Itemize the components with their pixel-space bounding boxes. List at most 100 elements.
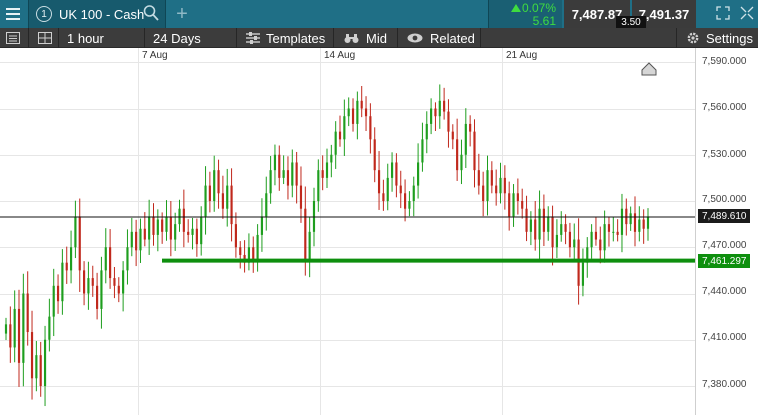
collapse-icon[interactable] <box>740 6 754 20</box>
y-tick-label: 7,560.000 <box>702 102 747 113</box>
candle-body <box>195 228 198 245</box>
candle-body <box>408 201 411 209</box>
candle-body <box>26 293 29 333</box>
price-type-select[interactable]: Mid <box>344 28 387 48</box>
candle-body <box>282 170 285 178</box>
menu-button[interactable] <box>0 0 26 28</box>
candle-body <box>113 278 116 286</box>
candle-body <box>104 247 107 271</box>
candle-body <box>304 208 307 260</box>
candle-body <box>321 170 324 178</box>
candle-body <box>560 224 563 235</box>
templates-button[interactable]: Templates <box>246 28 325 48</box>
x-tick-label: 14 Aug <box>324 50 356 61</box>
candle-body <box>390 162 394 178</box>
candle-body <box>516 193 519 201</box>
candle-body <box>122 270 125 294</box>
current-price-tag: 7,489.610 <box>698 209 750 223</box>
candle-body <box>638 219 641 232</box>
range-select[interactable]: 24 Days <box>153 28 201 48</box>
tab-number: 1 <box>36 6 52 22</box>
related-button[interactable]: Related <box>407 28 475 48</box>
settings-label: Settings <box>706 30 753 46</box>
list-button[interactable] <box>6 28 20 48</box>
settings-button[interactable]: Settings <box>686 28 753 48</box>
support-level-tag: 7,461.297 <box>698 254 750 268</box>
candle-body <box>260 216 264 235</box>
x-tick-label: 21 Aug <box>506 50 538 61</box>
y-tick-label: 7,440.000 <box>702 286 747 297</box>
candle-body <box>547 216 550 232</box>
candle-body <box>9 324 12 348</box>
candle-body <box>573 239 576 248</box>
candle-body <box>213 170 216 201</box>
candle-body <box>434 108 437 117</box>
expand-icon[interactable] <box>716 6 730 20</box>
candle-body <box>143 228 146 240</box>
layout-button[interactable] <box>38 28 52 48</box>
x-tick-label: 7 Aug <box>142 50 168 61</box>
candle-body <box>425 123 428 140</box>
candle-body <box>377 170 381 194</box>
interval-select[interactable]: 1 hour <box>67 28 104 48</box>
candle-body <box>521 201 524 209</box>
candle-body <box>568 231 572 248</box>
templates-label: Templates <box>266 30 326 46</box>
candle-body <box>456 139 459 171</box>
candle-body <box>204 185 207 217</box>
candle-body <box>386 177 389 201</box>
candle-body <box>443 100 446 112</box>
scroll-up-icon[interactable] <box>641 62 657 76</box>
candle-body <box>330 154 333 163</box>
candle-body <box>347 108 350 117</box>
y-tick-label: 7,500.000 <box>702 194 747 205</box>
candle-body <box>65 262 68 271</box>
instrument-tab[interactable]: 1 UK 100 - Cash <box>28 0 166 28</box>
candle-body <box>139 228 142 251</box>
candle-body <box>182 208 185 232</box>
candle-body <box>52 285 55 317</box>
chart-toolbar: 1 hour 24 Days Templates Mid Related Set… <box>0 28 758 48</box>
candle-body <box>286 170 290 186</box>
candle-body <box>61 262 64 302</box>
gear-icon <box>687 32 699 44</box>
candle-body <box>91 278 94 286</box>
y-tick-label: 7,590.000 <box>702 56 747 67</box>
candle-body <box>13 308 16 348</box>
candle-body <box>148 216 151 240</box>
candle-body <box>299 185 303 209</box>
candle-body <box>399 185 402 194</box>
candle-body <box>22 293 25 363</box>
candle-body <box>477 170 480 186</box>
candle-body <box>599 239 602 251</box>
candle-body <box>590 231 593 248</box>
candle-body <box>542 208 545 232</box>
candle-body <box>412 185 415 201</box>
price-chart[interactable]: 7 Aug 14 Aug 21 Aug 7,380.000 7,410.000 … <box>0 48 758 415</box>
candle-body <box>430 108 433 124</box>
search-button[interactable] <box>143 4 159 25</box>
candle-body <box>503 177 506 194</box>
candle-body <box>603 224 606 251</box>
y-tick-label: 7,470.000 <box>702 240 747 251</box>
spread-badge: 3.50 <box>616 16 646 28</box>
candle-body <box>534 219 537 240</box>
chart-canvas[interactable] <box>0 48 758 415</box>
binoculars-icon <box>344 33 359 43</box>
candle-body <box>317 170 320 201</box>
candle-body <box>178 208 181 225</box>
candle-body <box>252 247 255 260</box>
candle-body <box>78 216 81 271</box>
candle-body <box>156 219 159 235</box>
candle-body <box>594 231 598 240</box>
candle-body <box>265 193 268 217</box>
price-type-label: Mid <box>366 30 387 46</box>
candle-body <box>48 316 51 340</box>
candle-body <box>269 170 272 194</box>
candle-body <box>338 131 342 140</box>
y-tick-label: 7,380.000 <box>702 379 747 390</box>
candle-body <box>221 193 224 209</box>
layout-icon <box>38 32 52 44</box>
candle-body <box>417 162 420 186</box>
add-tab-button[interactable]: + <box>170 0 194 28</box>
